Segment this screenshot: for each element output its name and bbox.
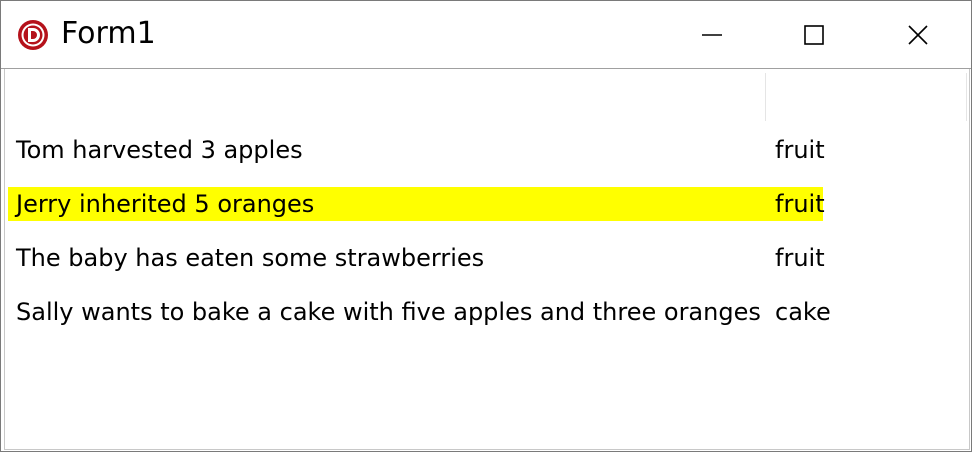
- list-header: [5, 69, 969, 121]
- list-view[interactable]: Tom harvested 3 apples fruit Jerry inher…: [5, 69, 969, 449]
- list-item[interactable]: The baby has eaten some strawberries fru…: [5, 231, 969, 285]
- item-text: Tom harvested 3 apples: [16, 136, 303, 164]
- delphi-app-icon[interactable]: [17, 19, 49, 51]
- maximize-button[interactable]: [763, 1, 865, 68]
- form-client-area: Tom harvested 3 apples fruit Jerry inher…: [4, 69, 970, 450]
- list-item[interactable]: Tom harvested 3 apples fruit: [5, 123, 969, 177]
- column-divider[interactable]: [765, 73, 766, 121]
- maximize-icon: [804, 24, 824, 45]
- item-text: The baby has eaten some strawberries: [16, 244, 485, 272]
- column-divider[interactable]: [966, 73, 967, 121]
- item-category: fruit: [775, 190, 825, 218]
- minimize-icon: [702, 33, 722, 36]
- window-title: Form1: [61, 16, 156, 51]
- column-header-category[interactable]: [767, 69, 967, 121]
- item-category: cake: [775, 298, 831, 326]
- column-header-text[interactable]: [5, 69, 765, 121]
- item-text: Sally wants to bake a cake with five app…: [16, 298, 761, 326]
- minimize-button[interactable]: [661, 1, 763, 68]
- item-category: fruit: [775, 244, 825, 272]
- list-item[interactable]: Jerry inherited 5 oranges fruit: [5, 177, 969, 231]
- close-button[interactable]: [867, 1, 969, 68]
- item-category: fruit: [775, 136, 825, 164]
- app-window: Form1 Tom harvested 3 apples fruit Jerry…: [0, 0, 972, 452]
- item-text: Jerry inherited 5 oranges: [16, 190, 315, 218]
- list-item[interactable]: Sally wants to bake a cake with five app…: [5, 285, 969, 339]
- close-icon: [908, 24, 928, 45]
- title-bar[interactable]: Form1: [1, 1, 971, 69]
